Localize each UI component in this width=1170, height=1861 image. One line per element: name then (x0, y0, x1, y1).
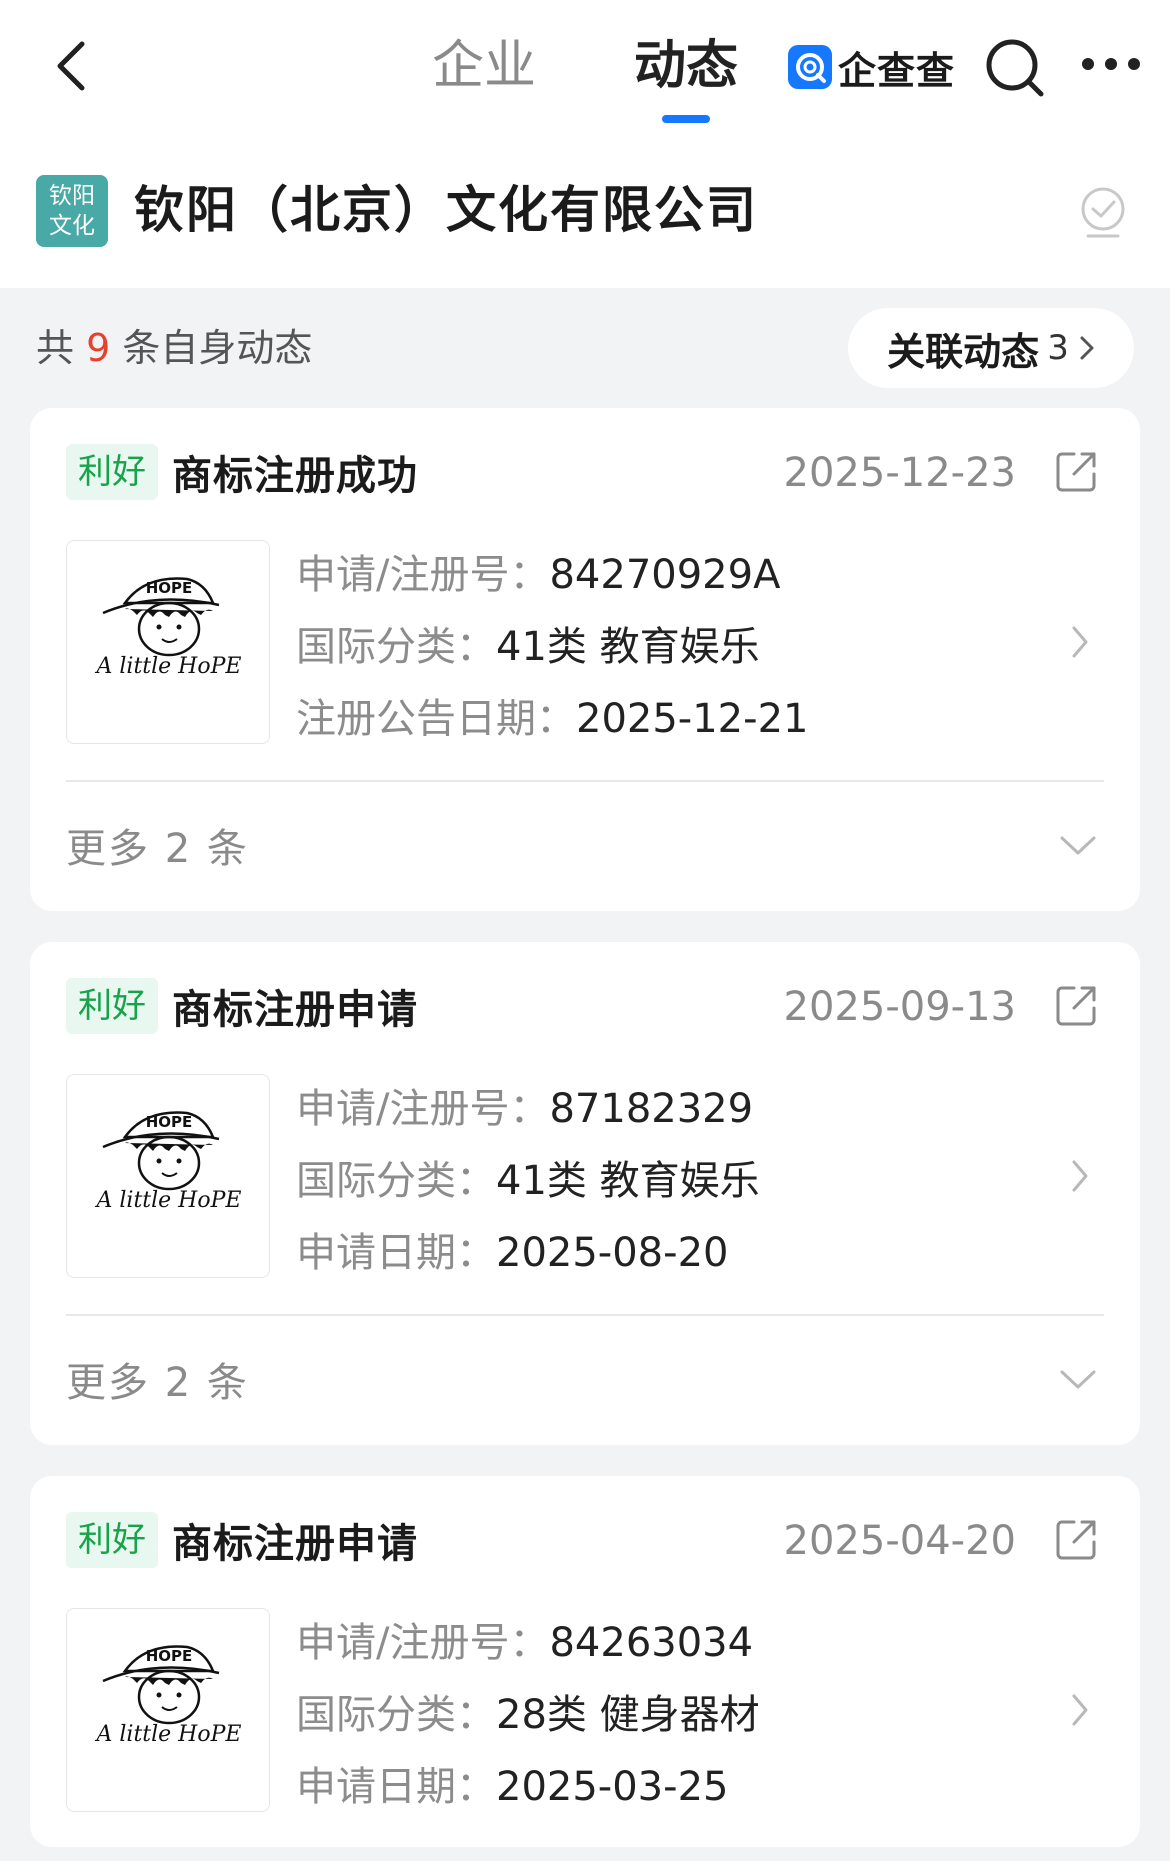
external-link-icon[interactable] (1054, 1518, 1098, 1562)
follow-button[interactable] (1078, 184, 1128, 240)
chevron-right-icon[interactable] (1070, 1156, 1090, 1196)
positive-badge: 利好 (66, 1512, 158, 1568)
field-label: 国际分类： (296, 1158, 496, 1204)
chevron-right-icon (1080, 336, 1094, 360)
back-button[interactable] (48, 36, 98, 96)
qichacha-logo-icon (788, 45, 832, 89)
classification-row: 国际分类：28类 健身器材 (296, 1690, 760, 1740)
news-card[interactable]: 利好 商标注册成功 2025-12-23 HOPE A little HoPE … (30, 408, 1140, 911)
news-card[interactable]: 利好 商标注册申请 2025-09-13 HOPE A little HoPE … (30, 942, 1140, 1445)
more-options-button[interactable] (1082, 58, 1140, 74)
card-title: 商标注册申请 (172, 1521, 418, 1567)
chevron-down-icon[interactable] (1058, 1368, 1098, 1392)
field-label: 国际分类： (296, 1692, 496, 1738)
news-summary: 共 9 条自身动态 (36, 320, 312, 376)
company-logo: 钦阳 文化 (36, 175, 108, 247)
search-button[interactable] (983, 36, 1047, 100)
trademark-hat-text: HOPE (146, 1647, 193, 1665)
trademark-caption: A little HoPE (95, 1188, 242, 1213)
positive-badge: 利好 (66, 978, 158, 1034)
company-name[interactable]: 钦阳（北京）文化有限公司 (134, 180, 758, 240)
summary-suffix: 条自身动态 (122, 326, 313, 370)
card-date: 2025-04-20 (783, 1518, 1016, 1564)
field-label: 申请日期： (296, 1764, 496, 1810)
more-items-toggle[interactable]: 更多 2 条 (66, 824, 249, 874)
date-row: 注册公告日期：2025-12-21 (296, 694, 808, 744)
dot-icon (1128, 58, 1140, 70)
related-news-button[interactable]: 关联动态 3 (848, 308, 1134, 388)
trademark-caption: A little HoPE (95, 1722, 242, 1747)
field-label: 注册公告日期： (296, 696, 576, 742)
card-header: 利好 商标注册申请 (66, 1512, 418, 1568)
chevron-right-icon[interactable] (1070, 1690, 1090, 1730)
related-news-count: 3 (1047, 328, 1069, 368)
field-label: 申请/注册号： (296, 552, 550, 598)
external-link-icon[interactable] (1054, 984, 1098, 1028)
field-label: 申请/注册号： (296, 1620, 550, 1666)
company-logo-line: 钦阳 (49, 183, 95, 209)
field-value: 2025-08-20 (496, 1230, 729, 1276)
active-tab-indicator (662, 115, 710, 123)
check-circle-icon (1081, 187, 1125, 238)
classification-row: 国际分类：41类 教育娱乐 (296, 1156, 760, 1206)
summary-prefix: 共 (36, 326, 75, 370)
field-value: 41类 教育娱乐 (496, 1158, 760, 1204)
company-logo-line: 文化 (49, 213, 95, 239)
registration-number-row: 申请/注册号：87182329 (296, 1084, 753, 1134)
card-title: 商标注册成功 (172, 453, 418, 499)
chevron-right-icon[interactable] (1070, 622, 1090, 662)
card-header: 利好 商标注册申请 (66, 978, 418, 1034)
date-row: 申请日期：2025-03-25 (296, 1762, 728, 1812)
trademark-image[interactable]: HOPE A little HoPE (66, 540, 270, 744)
classification-row: 国际分类：41类 教育娱乐 (296, 622, 760, 672)
field-value: 84270929A (549, 552, 781, 598)
chevron-left-icon (57, 41, 85, 91)
field-value: 87182329 (549, 1086, 754, 1132)
more-items-toggle[interactable]: 更多 2 条 (66, 1358, 249, 1408)
card-date: 2025-09-13 (783, 984, 1016, 1030)
field-label: 国际分类： (296, 624, 496, 670)
brand-name: 企查查 (838, 48, 956, 93)
divider (66, 1314, 1104, 1316)
field-label: 申请日期： (296, 1230, 496, 1276)
field-label: 申请/注册号： (296, 1086, 550, 1132)
field-value: 2025-03-25 (496, 1764, 729, 1810)
related-news-label: 关联动态 (887, 329, 1040, 374)
chevron-down-icon[interactable] (1058, 834, 1098, 858)
news-card[interactable]: 利好 商标注册申请 2025-04-20 HOPE A little HoPE … (30, 1476, 1140, 1847)
brand-logo: 企查查 (788, 42, 956, 93)
tab-company[interactable]: 企业 (432, 36, 536, 96)
search-icon (986, 39, 1044, 97)
field-value: 41类 教育娱乐 (496, 624, 760, 670)
field-value: 84263034 (549, 1620, 754, 1666)
company-header: 钦阳 文化 钦阳（北京）文化有限公司 (0, 150, 1170, 288)
card-header: 利好 商标注册成功 (66, 444, 418, 500)
field-value: 2025-12-21 (576, 696, 809, 742)
divider (66, 780, 1104, 782)
registration-number-row: 申请/注册号：84263034 (296, 1618, 753, 1668)
tab-news[interactable]: 动态 (634, 36, 738, 96)
trademark-hat-text: HOPE (146, 579, 193, 597)
field-value: 28类 健身器材 (496, 1692, 760, 1738)
top-nav-bar: 企业 动态 企查查 (0, 0, 1170, 150)
trademark-image[interactable]: HOPE A little HoPE (66, 1074, 270, 1278)
summary-count: 9 (86, 326, 111, 370)
dot-icon (1082, 58, 1094, 70)
registration-number-row: 申请/注册号：84270929A (296, 550, 780, 600)
positive-badge: 利好 (66, 444, 158, 500)
trademark-image[interactable]: HOPE A little HoPE (66, 1608, 270, 1812)
card-title: 商标注册申请 (172, 987, 418, 1033)
dot-icon (1105, 58, 1117, 70)
date-row: 申请日期：2025-08-20 (296, 1228, 728, 1278)
external-link-icon[interactable] (1054, 450, 1098, 494)
card-date: 2025-12-23 (783, 450, 1016, 496)
trademark-caption: A little HoPE (95, 654, 242, 679)
trademark-hat-text: HOPE (146, 1113, 193, 1131)
